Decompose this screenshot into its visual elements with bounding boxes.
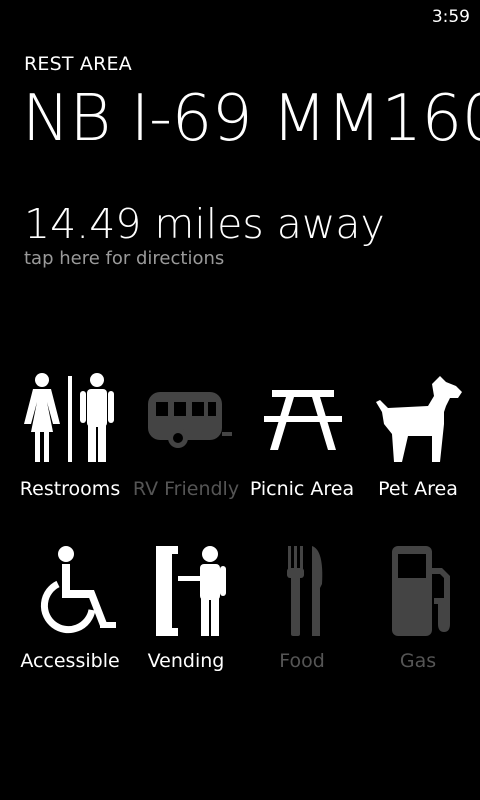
amenity-label: Gas (399, 650, 437, 672)
picnic-table-icon (264, 390, 342, 450)
amenity-label: Restrooms (19, 478, 121, 500)
amenity-label: Pet Area (378, 478, 458, 500)
amenity-rv-friendly: RV Friendly (128, 372, 244, 500)
dog-icon (376, 376, 462, 462)
amenity-food: Food (244, 544, 360, 672)
page-title: NB I-69 MM160 (22, 82, 480, 156)
directions-link[interactable]: tap here for directions (24, 248, 224, 269)
amenity-label: Food (279, 650, 325, 672)
amenity-picnic-area: Picnic Area (244, 372, 360, 500)
restrooms-icon (24, 373, 114, 462)
distance-text[interactable]: 14.49 miles away (24, 200, 385, 248)
amenity-vending: Vending (128, 544, 244, 672)
amenity-gas: Gas (360, 544, 476, 672)
amenity-accessible: Accessible (12, 544, 128, 672)
wheelchair-icon (40, 546, 116, 634)
amenity-pet-area: Pet Area (360, 372, 476, 500)
amenity-label: Accessible (20, 650, 120, 672)
rest-area-detail-page: { "status_bar": { "time": "3:59" }, "cat… (0, 0, 480, 800)
fork-knife-icon (287, 546, 323, 636)
rv-trailer-icon (148, 392, 232, 448)
vending-machine-icon (156, 546, 226, 636)
amenity-label: RV Friendly (132, 478, 240, 500)
category-label: REST AREA (24, 53, 132, 75)
amenity-label: Vending (147, 650, 225, 672)
gas-pump-icon (392, 546, 450, 636)
amenity-label: Picnic Area (249, 478, 355, 500)
status-bar-time: 3:59 (431, 7, 470, 27)
amenity-restrooms: Restrooms (12, 372, 128, 500)
